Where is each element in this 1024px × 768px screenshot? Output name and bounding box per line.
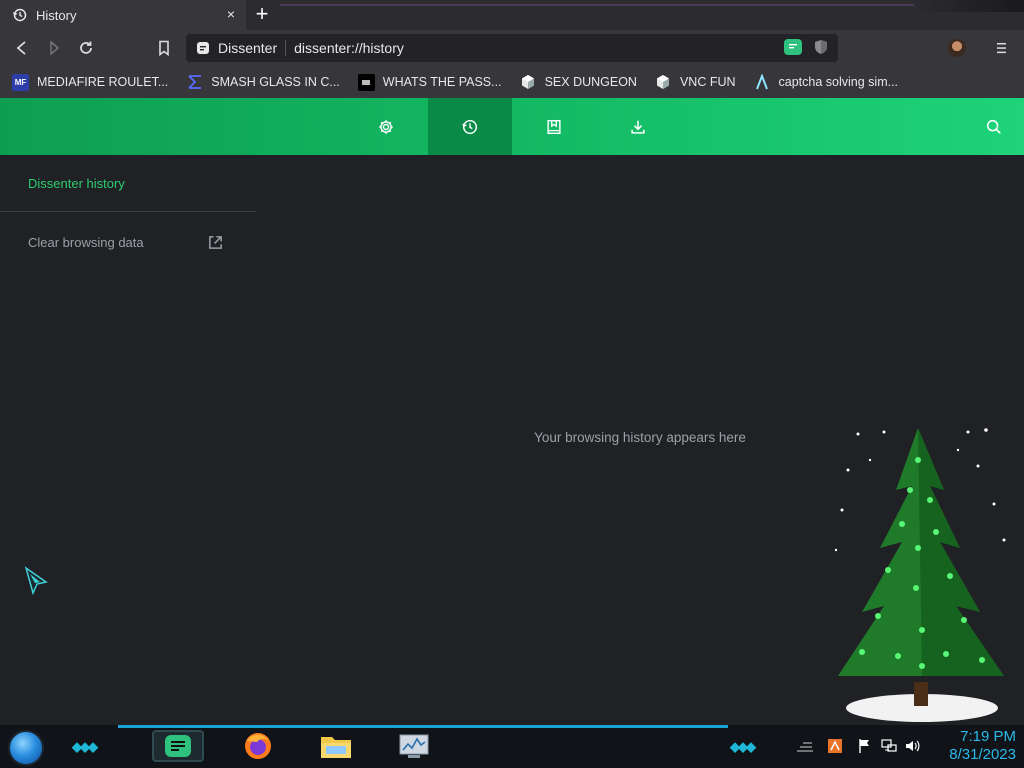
site-name: Dissenter (218, 40, 278, 56)
bookmarks-bar: MF MEDIAFIRE ROULET... SMASH GLASS IN C.… (0, 66, 1024, 98)
dissenter-comments-icon[interactable] (784, 39, 802, 55)
christmas-tree-gadget (834, 428, 1006, 722)
bookmarks-icon (547, 119, 561, 134)
bookmark-label: MEDIAFIRE ROULET... (37, 75, 169, 89)
sidebar-divider (0, 211, 256, 212)
empty-history-message: Your browsing history appears here (534, 430, 746, 445)
download-icon (631, 120, 645, 134)
bookmark-item[interactable]: SEX DUNGEON (520, 74, 637, 91)
bookmark-label: captcha solving sim... (778, 75, 899, 89)
tab-downloads[interactable] (596, 98, 680, 155)
back-button[interactable] (12, 38, 32, 58)
close-tab-icon[interactable]: × (224, 7, 238, 21)
dissenter-app-icon (165, 735, 191, 757)
bookmark-item[interactable]: WHATS THE PASS... (357, 73, 502, 91)
lambda-icon (754, 74, 771, 91)
hamburger-menu-icon (997, 43, 1006, 54)
search-button[interactable] (952, 98, 1024, 155)
site-info-chip[interactable]: Dissenter (196, 40, 287, 56)
tab-settings[interactable] (344, 98, 428, 155)
history-icon (12, 8, 27, 22)
mouse-cursor-icon (24, 566, 48, 596)
resource-monitor-icon (399, 734, 429, 758)
start-button[interactable] (8, 730, 44, 766)
tab-history[interactable] (428, 98, 512, 155)
new-tab-button[interactable]: + (252, 3, 272, 25)
menu-button[interactable] (992, 39, 1010, 57)
history-header (0, 98, 1024, 155)
taskbar-accent (118, 725, 728, 728)
search-icon (986, 119, 1001, 134)
clock-time: 7:19 PM (960, 728, 1016, 745)
tab-strip: History × + (0, 0, 1024, 30)
window-frame-accent (914, 0, 1024, 12)
bookmark-label: VNC FUN (679, 75, 736, 89)
gear-icon (379, 119, 393, 134)
bookmark-label: WHATS THE PASS... (382, 75, 502, 89)
network-icon[interactable] (880, 737, 898, 755)
cube-icon (655, 74, 672, 91)
history-icon (462, 119, 478, 134)
cube-icon (520, 74, 537, 91)
bookmark-page-button[interactable] (154, 38, 174, 58)
show-hidden-icons[interactable] (796, 737, 814, 755)
address-bar[interactable]: Dissenter dissenter://history (186, 34, 838, 62)
taskbar-decoration-right: ◆◆◆ (730, 739, 756, 754)
strip-decoration (280, 4, 920, 6)
address-bar-actions (784, 39, 828, 55)
tab-title: History (36, 7, 77, 23)
forward-button[interactable] (44, 38, 64, 58)
reload-button[interactable] (76, 38, 96, 58)
history-sidebar: Dissenter history Clear browsing data (0, 155, 256, 725)
bookmark-item[interactable]: MF MEDIAFIRE ROULET... (12, 73, 169, 91)
document-icon (357, 73, 375, 91)
taskbar-clock[interactable]: 7:19 PM 8/31/2023 (930, 728, 1016, 764)
folder-icon (321, 737, 351, 758)
bookmark-item[interactable]: VNC FUN (655, 74, 736, 91)
tab-bookmarks[interactable] (512, 98, 596, 155)
bookmark-label: SEX DUNGEON (544, 75, 637, 89)
clear-browsing-data-link[interactable]: Clear browsing data (28, 232, 224, 252)
reload-icon (80, 41, 92, 54)
bookmark-icon (159, 40, 169, 56)
taskbar: ◆◆◆ ◆◆◆ 7:19 PM 8/31/2023 (0, 725, 1024, 768)
sidebar-item-history[interactable]: Dissenter history (28, 176, 125, 191)
taskbar-decoration-left: ◆◆◆ (72, 739, 98, 754)
url-text[interactable]: dissenter://history (294, 40, 404, 56)
shield-icon[interactable] (814, 39, 828, 55)
clear-browsing-data-label: Clear browsing data (28, 234, 144, 250)
sigma-icon (186, 74, 203, 91)
taskbar-file-explorer[interactable] (310, 730, 362, 762)
taskbar-dissenter[interactable] (152, 730, 204, 762)
volume-icon[interactable] (904, 737, 922, 755)
profile-avatar[interactable] (948, 39, 966, 57)
back-icon (16, 41, 26, 55)
action-center-flag-icon[interactable] (856, 737, 874, 755)
bookmark-label: SMASH GLASS IN C... (211, 75, 340, 89)
tab-history[interactable]: History × (0, 0, 246, 30)
taskbar-firefox[interactable] (232, 730, 284, 762)
forward-icon (50, 41, 60, 55)
mediafire-icon: MF (12, 73, 29, 91)
browser-toolbar: Dissenter dissenter://history (0, 30, 1024, 66)
tray-app-icon[interactable] (826, 737, 844, 755)
bookmark-item[interactable]: SMASH GLASS IN C... (186, 74, 340, 91)
firefox-icon (245, 733, 271, 759)
bookmark-item[interactable]: captcha solving sim... (754, 74, 899, 91)
external-link-icon (209, 235, 222, 249)
taskbar-monitor[interactable] (388, 730, 440, 762)
dissenter-page-icon (197, 42, 209, 54)
clock-date: 8/31/2023 (949, 746, 1016, 763)
